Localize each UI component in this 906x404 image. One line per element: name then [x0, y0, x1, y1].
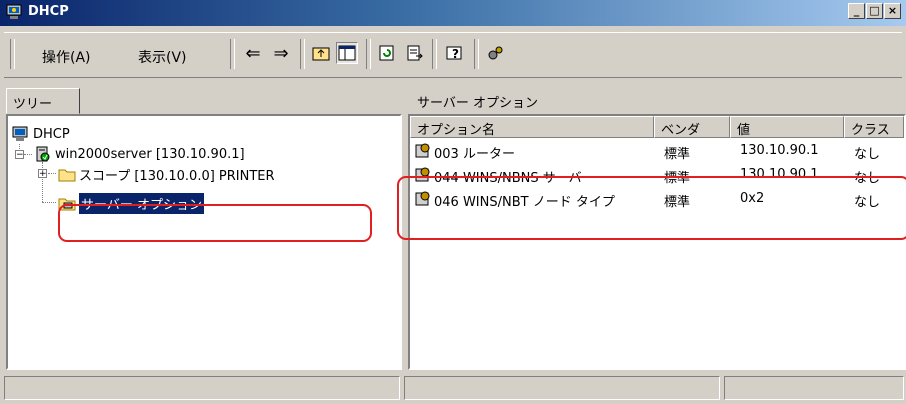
option-class: なし [854, 171, 881, 186]
svg-text:?: ? [452, 47, 459, 61]
option-vendor: 標準 [664, 195, 691, 210]
tree-node-dhcp[interactable]: DHCP [12, 124, 70, 144]
toolbar-separator [300, 39, 305, 69]
tree-label-scope: スコープ [130.10.0.0] PRINTER [79, 168, 275, 184]
table-row[interactable]: 046 WINS/NBT ノード タイプ 標準 0x2 なし [410, 188, 904, 210]
options-list: オプション名 ベンダ 値 クラス 003 ルーター 標準 130.10.90.1… [408, 114, 906, 370]
status-segment [4, 376, 400, 400]
menu-view[interactable]: 表示(V) [138, 47, 187, 67]
option-class: なし [854, 147, 881, 162]
table-row[interactable]: 003 ルーター 標準 130.10.90.1 なし [410, 140, 904, 162]
tab-tree[interactable]: ツリー [6, 88, 80, 114]
help-icon[interactable]: ? [444, 42, 466, 64]
details-title: サーバー オプション [417, 96, 539, 111]
option-name: 003 ルーター [434, 147, 515, 162]
status-bar [0, 372, 906, 404]
table-row[interactable]: 044 WINS/NBNS サーバー 標準 130.10.90.1 なし [410, 164, 904, 186]
up-folder-icon[interactable] [310, 42, 332, 64]
toolbar-separator [474, 39, 479, 69]
option-icon [415, 191, 430, 206]
toolbar-separator [230, 39, 235, 69]
option-value: 130.10.90.1 [740, 143, 819, 158]
column-option-name[interactable]: オプション名 [410, 116, 654, 138]
option-name: 046 WINS/NBT ノード タイプ [434, 195, 615, 210]
dhcp-icon [12, 126, 28, 141]
tree-node-scope[interactable]: スコープ [130.10.0.0] PRINTER [58, 164, 275, 184]
option-vendor: 標準 [664, 171, 691, 186]
toolbar-separator [366, 39, 371, 69]
toolbar: 操作(A) 表示(V) ⇐ ⇒ ? [0, 26, 906, 82]
forward-arrow-icon[interactable]: ⇒ [270, 42, 292, 64]
tree-label-dhcp: DHCP [33, 126, 70, 142]
details-pane: サーバー オプション オプション名 ベンダ 値 クラス 003 ルーター 標準 … [397, 84, 906, 370]
option-vendor: 標準 [664, 147, 691, 162]
tree-label-server: win2000server [130.10.90.1] [55, 146, 245, 162]
show-hide-tree-icon[interactable] [336, 42, 358, 64]
expand-toggle[interactable]: + [38, 169, 47, 179]
option-name: 044 WINS/NBNS サーバー [434, 171, 595, 186]
window-title: DHCP [28, 4, 69, 19]
server-icon [36, 146, 50, 162]
minimize-button[interactable]: _ [848, 3, 865, 19]
menu-action[interactable]: 操作(A) [42, 47, 91, 67]
refresh-icon[interactable] [376, 42, 398, 64]
export-list-icon[interactable] [404, 42, 426, 64]
toolbar-grip [10, 39, 15, 69]
folder-icon [58, 198, 76, 211]
option-value: 130.10.90.1 [740, 167, 819, 182]
settings-icon[interactable] [484, 42, 506, 64]
tree-node-server-options[interactable]: サーバー オプション [58, 191, 206, 215]
status-segment [724, 376, 904, 400]
column-vendor[interactable]: ベンダ [654, 116, 730, 138]
close-button[interactable]: × [884, 3, 901, 19]
column-value[interactable]: 値 [730, 116, 844, 138]
back-arrow-icon[interactable]: ⇐ [242, 42, 264, 64]
tree-pane: ツリー DHCP − win2000server [130.10.90.1] + [0, 84, 403, 370]
option-icon [415, 167, 430, 182]
collapse-toggle[interactable]: − [15, 150, 24, 160]
toolbar-separator [432, 39, 437, 69]
dhcp-icon [6, 4, 22, 19]
folder-icon [58, 169, 76, 182]
maximize-button[interactable]: □ [866, 3, 883, 19]
option-icon [415, 143, 430, 158]
column-class[interactable]: クラス [844, 116, 904, 138]
title-bar: DHCP _ □ × [0, 0, 906, 26]
tree-node-server[interactable]: win2000server [130.10.90.1] [34, 144, 245, 164]
option-value: 0x2 [740, 191, 765, 206]
status-segment [404, 376, 720, 400]
tree-view: DHCP − win2000server [130.10.90.1] + スコー… [6, 114, 402, 370]
tree-label-server-options: サーバー オプション [77, 191, 206, 215]
option-class: なし [854, 195, 881, 210]
